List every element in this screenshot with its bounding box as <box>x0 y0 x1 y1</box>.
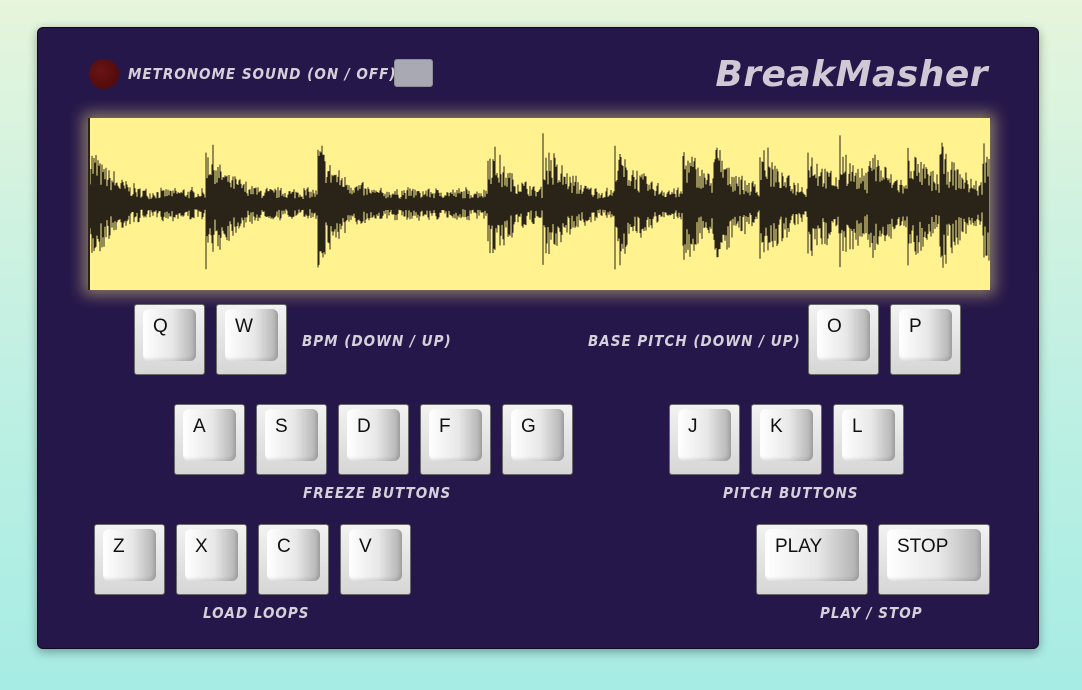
freeze-key-g[interactable]: G <box>502 404 573 475</box>
load-loop-key-x[interactable]: X <box>176 524 247 595</box>
load-loop-key-v[interactable]: V <box>340 524 411 595</box>
pitch-key-k[interactable]: K <box>751 404 822 475</box>
play-button[interactable]: PLAY <box>756 524 868 595</box>
base-pitch-label: BASE PITCH (DOWN / UP) <box>588 332 801 350</box>
key-label: X <box>195 536 208 557</box>
key-label: P <box>909 316 922 337</box>
base-pitch-down-key[interactable]: O <box>808 304 879 375</box>
key-label: Q <box>153 316 168 337</box>
key-label: F <box>439 416 451 437</box>
freeze-key-f[interactable]: F <box>420 404 491 475</box>
bpm-down-key[interactable]: Q <box>134 304 205 375</box>
load-loop-key-c[interactable]: C <box>258 524 329 595</box>
bpm-up-key[interactable]: W <box>216 304 287 375</box>
key-label: L <box>852 416 863 437</box>
waveform-display[interactable] <box>88 118 990 290</box>
freeze-key-d[interactable]: D <box>338 404 409 475</box>
key-label: S <box>275 416 288 437</box>
metronome-toggle-button[interactable] <box>394 59 433 87</box>
key-label: D <box>357 416 371 437</box>
bpm-label: BPM (DOWN / UP) <box>302 332 452 350</box>
key-label: O <box>827 316 842 337</box>
freeze-key-s[interactable]: S <box>256 404 327 475</box>
pitch-buttons-label: PITCH BUTTONS <box>723 484 859 502</box>
pitch-key-j[interactable]: J <box>669 404 740 475</box>
breakmasher-panel: METRONOME SOUND (ON / OFF) BreakMasher Q… <box>37 27 1039 649</box>
key-label: G <box>521 416 536 437</box>
app-title: BreakMasher <box>715 54 988 95</box>
waveform-path <box>89 133 990 270</box>
key-label: C <box>277 536 291 557</box>
waveform-graphic <box>88 118 990 290</box>
key-label: Z <box>113 536 125 557</box>
stop-button[interactable]: STOP <box>878 524 990 595</box>
load-loop-key-z[interactable]: Z <box>94 524 165 595</box>
freeze-buttons-label: FREEZE BUTTONS <box>303 484 452 502</box>
key-label: W <box>235 316 253 337</box>
key-label: K <box>770 416 783 437</box>
key-label: PLAY <box>775 536 823 557</box>
pitch-key-l[interactable]: L <box>833 404 904 475</box>
load-loops-label: LOAD LOOPS <box>203 604 310 622</box>
key-label: V <box>359 536 372 557</box>
key-label: STOP <box>897 536 949 557</box>
base-pitch-up-key[interactable]: P <box>890 304 961 375</box>
freeze-key-a[interactable]: A <box>174 404 245 475</box>
metronome-indicator-led <box>89 59 119 89</box>
play-stop-label: PLAY / STOP <box>820 604 923 622</box>
key-label: A <box>193 416 206 437</box>
key-label: J <box>688 416 698 437</box>
metronome-label: METRONOME SOUND (ON / OFF) <box>128 65 397 83</box>
